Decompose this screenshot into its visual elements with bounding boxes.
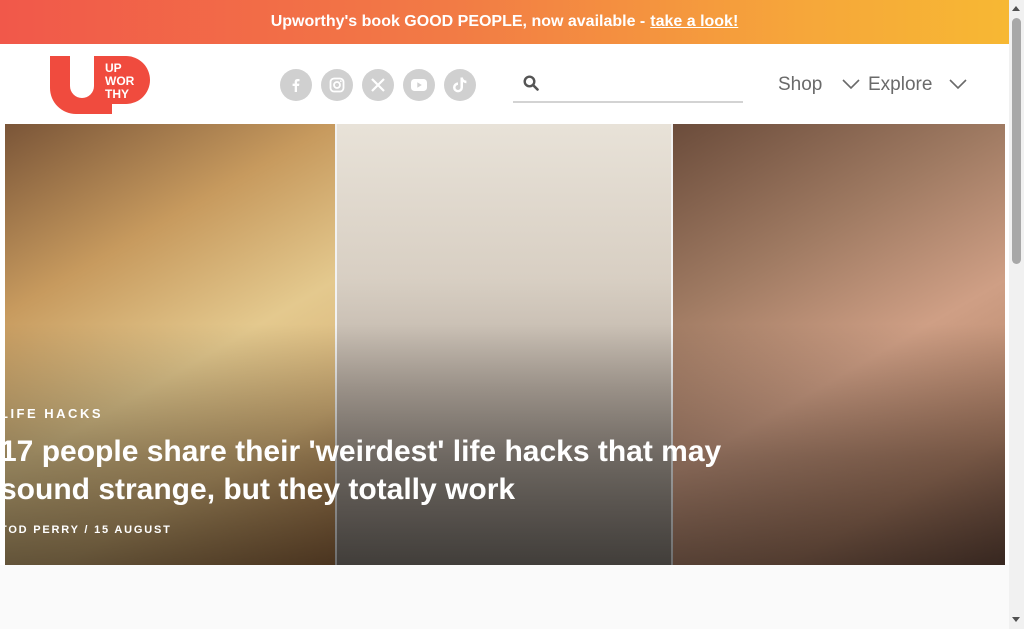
x-icon[interactable] <box>362 69 394 101</box>
nav-shop[interactable]: Shop <box>778 74 822 96</box>
chevron-down-icon[interactable] <box>949 77 967 95</box>
scrollbar-thumb[interactable] <box>1012 18 1021 264</box>
facebook-icon[interactable] <box>280 69 312 101</box>
banner-text: Upworthy's book GOOD PEOPLE, now availab… <box>270 13 646 30</box>
logo-line-1: UP <box>105 61 122 75</box>
site-header: UP WOR THY Shop Explore <box>0 44 1009 124</box>
search-input[interactable] <box>553 72 742 100</box>
tiktok-icon[interactable] <box>444 69 476 101</box>
scroll-up-arrow-icon[interactable] <box>1012 6 1020 11</box>
upworthy-logo[interactable]: UP WOR THY <box>50 56 150 114</box>
instagram-icon[interactable] <box>321 69 353 101</box>
search-icon[interactable] <box>523 75 539 96</box>
logo-line-3: THY <box>105 87 129 101</box>
scroll-down-arrow-icon[interactable] <box>1012 617 1020 622</box>
chevron-down-icon[interactable] <box>842 77 860 95</box>
search-box <box>513 70 743 103</box>
content-area <box>0 565 1009 629</box>
page-scrollbar[interactable] <box>1009 0 1024 629</box>
social-links <box>280 69 476 101</box>
article-headline[interactable]: 17 people share their 'weirdest' life ha… <box>0 433 800 509</box>
youtube-icon[interactable] <box>403 69 435 101</box>
banner-link[interactable]: take a look! <box>650 13 738 31</box>
nav-explore[interactable]: Explore <box>868 74 932 96</box>
logo-line-2: WOR <box>105 74 135 88</box>
article-category[interactable]: LIFE HACKS <box>0 406 103 421</box>
promo-banner: Upworthy's book GOOD PEOPLE, now availab… <box>0 0 1009 44</box>
article-byline: TOD PERRY / 15 AUGUST <box>0 524 172 536</box>
